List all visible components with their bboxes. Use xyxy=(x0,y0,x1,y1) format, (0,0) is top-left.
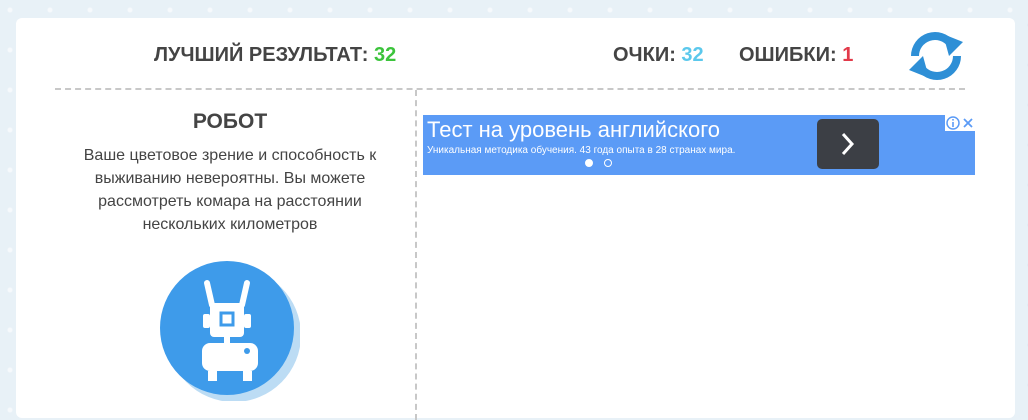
header-divider xyxy=(55,88,965,90)
score-label: ОЧКИ: xyxy=(613,44,676,66)
rank-description: Ваше цветовое зрение и способность к выж… xyxy=(83,147,377,233)
rank-title: РОБОТ xyxy=(192,110,268,133)
best-result-value: 32 xyxy=(374,44,397,66)
errors-label: ОШИБКИ: xyxy=(739,44,837,66)
best-result-label: ЛУЧШИЙ РЕЗУЛЬТАТ: xyxy=(154,44,369,66)
ad-badges xyxy=(945,115,975,131)
restart-button[interactable] xyxy=(905,30,967,82)
ad-next-button[interactable] xyxy=(817,119,879,169)
rank-panel: РОБОТ Ваше цветовое зрение и способность… xyxy=(55,108,405,402)
ad-subtitle: Уникальная методика обучения. 43 года оп… xyxy=(427,145,736,156)
errors-value: 1 xyxy=(842,44,854,66)
ad-pager-dot[interactable] xyxy=(604,159,612,167)
ad-banner[interactable]: Тест на уровень английского Уникальная м… xyxy=(423,115,975,175)
column-divider xyxy=(415,90,417,420)
chevron-right-icon xyxy=(841,132,855,156)
rank-avatar xyxy=(160,261,301,402)
game-card: ЛУЧШИЙ РЕЗУЛЬТАТ: 32 ОЧКИ: 32 ОШИБКИ: 1 … xyxy=(16,18,1015,420)
ad-title[interactable]: Тест на уровень английского xyxy=(427,117,720,143)
score: ОЧКИ: 32 xyxy=(613,44,704,67)
errors: ОШИБКИ: 1 xyxy=(739,44,853,67)
score-value: 32 xyxy=(681,44,704,66)
score-bar: ЛУЧШИЙ РЕЗУЛЬТАТ: 32 ОЧКИ: 32 ОШИБКИ: 1 xyxy=(16,18,1015,90)
ad-close-icon[interactable] xyxy=(963,118,973,128)
refresh-icon xyxy=(909,32,963,80)
ad-info-icon[interactable] xyxy=(946,116,960,130)
robot-icon xyxy=(160,261,301,402)
best-result: ЛУЧШИЙ РЕЗУЛЬТАТ: 32 xyxy=(154,44,396,67)
ad-pager-dot-active[interactable] xyxy=(585,159,593,167)
